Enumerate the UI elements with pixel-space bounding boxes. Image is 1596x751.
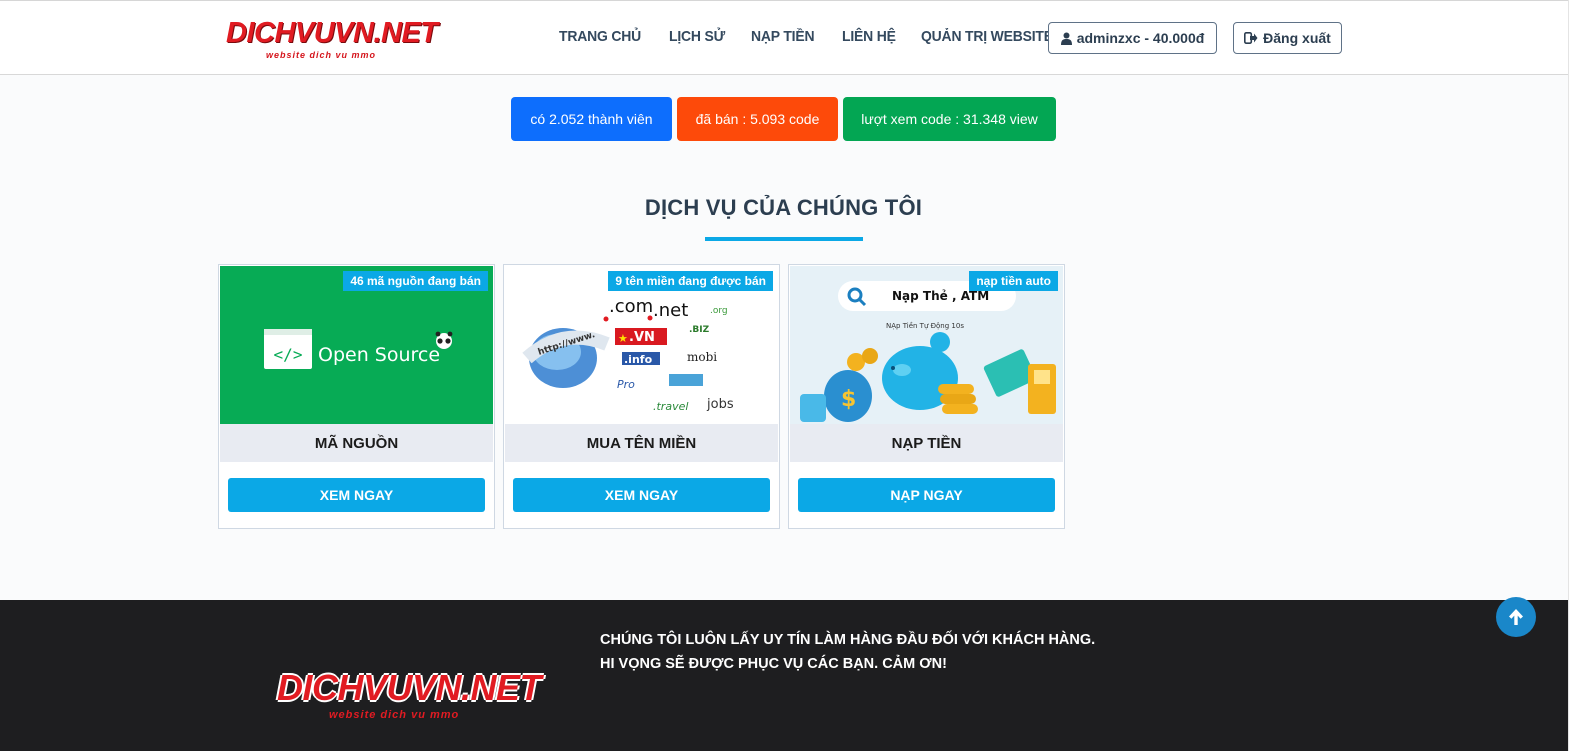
topup-label: NẠP TIỀN bbox=[790, 424, 1063, 462]
site-header: DICHVUVN.NET website dich vu mmo TRANG C… bbox=[0, 0, 1568, 75]
site-logo[interactable]: DICHVUVN.NET website dich vu mmo bbox=[226, 17, 438, 67]
svg-text:</>: </> bbox=[274, 345, 303, 364]
title-underline bbox=[705, 237, 863, 241]
nav-home[interactable]: TRANG CHỦ bbox=[559, 25, 641, 49]
logo-tagline: website dich vu mmo bbox=[266, 50, 377, 60]
view-domains-button[interactable]: XEM NGAY bbox=[513, 478, 770, 512]
user-account-button[interactable]: adminzxc - 40.000đ bbox=[1048, 22, 1217, 54]
views-stat-badge: lượt xem code : 31.348 view bbox=[843, 97, 1056, 141]
domain-tag-pro: Pro bbox=[617, 378, 635, 391]
footer-logo-tagline: website dich vu mmo bbox=[329, 709, 460, 721]
user-icon bbox=[1060, 32, 1072, 45]
arrow-up-icon bbox=[1509, 609, 1523, 625]
footer-message-line-2: HI VỌNG SẼ ĐƯỢC PHỤC VỤ CÁC BẠN. CẢM ƠN! bbox=[600, 656, 947, 672]
topup-auto-badge: nạp tiền auto bbox=[969, 271, 1058, 291]
service-card-source-code: </> Open Source 46 mã nguồn đang bán MÃ … bbox=[218, 264, 495, 529]
main-nav: TRANG CHỦ LỊCH SỬ NẠP TIỀN LIÊN HỆ QUẢN … bbox=[548, 25, 1074, 49]
topup-now-button[interactable]: NẠP NGAY bbox=[798, 478, 1055, 512]
domain-tag-jobs: jobs bbox=[706, 397, 734, 412]
open-source-text: Open Source bbox=[318, 344, 440, 366]
domain-tag-vn: .VN bbox=[629, 330, 655, 345]
service-card-topup: Nạp Thẻ , ATM NẠp Tiền Tự Động 10s $ nạp… bbox=[788, 264, 1065, 529]
page-scrollbar[interactable] bbox=[1568, 0, 1596, 751]
back-to-top-button[interactable] bbox=[1496, 597, 1536, 637]
nav-topup[interactable]: NẠP TIỀN bbox=[751, 25, 815, 49]
footer-message-line-1: CHÚNG TÔI LUÔN LẤY UY TÍN LÀM HÀNG ĐẦU Đ… bbox=[600, 632, 1096, 648]
domain-tag-org: .org bbox=[710, 306, 728, 316]
domain-tag-mobi: mobi bbox=[687, 350, 717, 364]
domains-label: MUA TÊN MIỀN bbox=[505, 424, 778, 462]
sold-stat-badge: đã bán : 5.093 code bbox=[677, 97, 838, 141]
domains-count-badge: 9 tên miền đang được bán bbox=[608, 271, 773, 291]
view-source-code-button[interactable]: XEM NGAY bbox=[228, 478, 485, 512]
domain-tag-travel: .travel bbox=[653, 400, 688, 413]
logout-label: Đăng xuất bbox=[1263, 30, 1331, 46]
nav-contact[interactable]: LIÊN HỆ bbox=[842, 25, 896, 49]
topup-search-text: Nạp Thẻ , ATM bbox=[892, 289, 989, 303]
domain-tag-biz: .BIZ bbox=[689, 325, 710, 335]
logo-text: DICHVUVN.NET bbox=[226, 17, 438, 49]
nav-history[interactable]: LỊCH SỬ bbox=[669, 25, 725, 49]
logout-button[interactable]: Đăng xuất bbox=[1233, 22, 1342, 54]
source-code-label: MÃ NGUỒN bbox=[220, 424, 493, 462]
services-title: DỊCH VỤ CỦA CHÚNG TÔI bbox=[644, 195, 923, 220]
svg-text:$: $ bbox=[841, 387, 856, 412]
sign-out-icon bbox=[1244, 32, 1258, 44]
svg-text:★: ★ bbox=[618, 332, 628, 345]
members-stat-badge: có 2.052 thành viên bbox=[511, 97, 672, 141]
domain-tag-com: .com bbox=[609, 296, 653, 317]
footer-logo[interactable]: DICHVUVN.NET website dich vu mmo bbox=[277, 667, 542, 722]
footer-logo-text: DICHVUVN.NET bbox=[277, 667, 542, 708]
nav-admin[interactable]: QUẢN TRỊ WEBSITE bbox=[921, 25, 1053, 49]
service-card-domains: http://www. .com .net .org .VN ★ .BIZ .i… bbox=[503, 264, 780, 529]
domain-tag-info: .info bbox=[624, 353, 653, 366]
source-code-count-badge: 46 mã nguồn đang bán bbox=[343, 271, 488, 291]
footer-message: CHÚNG TÔI LUÔN LẤY UY TÍN LÀM HÀNG ĐẦU Đ… bbox=[600, 628, 1095, 676]
topup-subtitle: NẠp Tiền Tự Động 10s bbox=[886, 322, 964, 330]
domain-tag-net: .net bbox=[653, 300, 688, 321]
user-balance-label: adminzxc - 40.000đ bbox=[1076, 30, 1205, 46]
